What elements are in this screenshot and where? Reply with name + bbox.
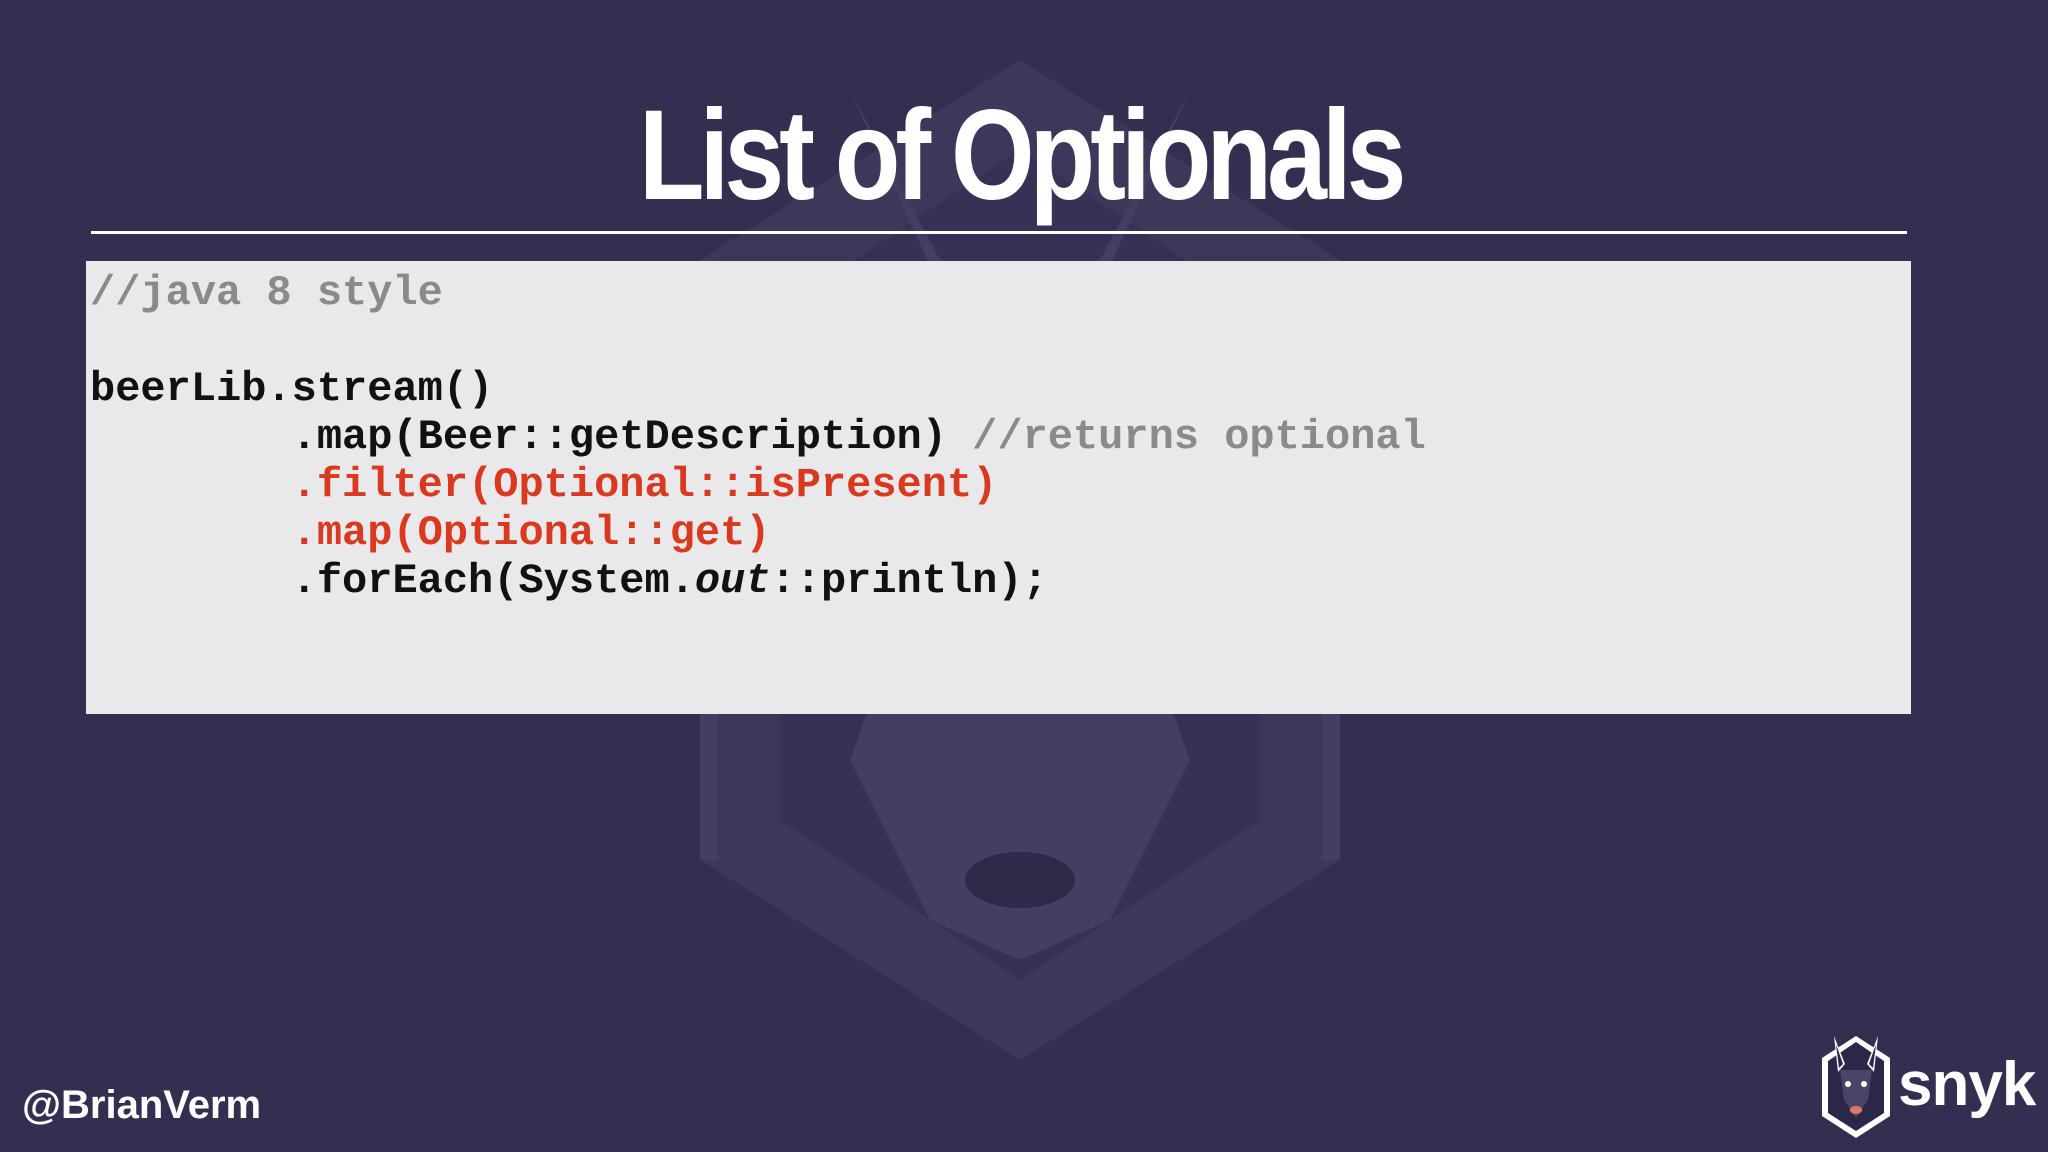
slide-title: List of Optionals (638, 84, 1407, 227)
slide: List of Optionals //java 8 style beerLib… (0, 0, 2048, 1152)
code-line-comment: //java 8 style (90, 269, 443, 317)
snyk-wordmark: snyk (1898, 1050, 2036, 1119)
code-line-map-get: .map(Optional::get) (90, 509, 771, 557)
snyk-logo: snyk (1818, 1030, 2036, 1142)
speaker-handle: @BrianVerm (22, 1083, 262, 1127)
code-foreach-start: .forEach(System. (90, 557, 695, 605)
code-line-stream: beerLib.stream() (90, 365, 494, 413)
code-map-call: .map(Beer::getDescription) (90, 413, 973, 461)
code-out-field: out (694, 557, 771, 605)
code-line-filter: .filter(Optional::isPresent) (90, 461, 998, 509)
title-divider (91, 231, 1907, 234)
code-inline-comment: //returns optional (972, 413, 1426, 461)
code-line-foreach: .forEach(System.out::println); (90, 557, 1048, 605)
doberman-shield-logo-icon (1822, 1036, 1890, 1138)
code-foreach-end: ::println); (770, 557, 1048, 605)
code-line-map-description: .map(Beer::getDescription) //returns opt… (90, 413, 1426, 461)
code-block: //java 8 style beerLib.stream() .map(Bee… (86, 261, 1911, 714)
